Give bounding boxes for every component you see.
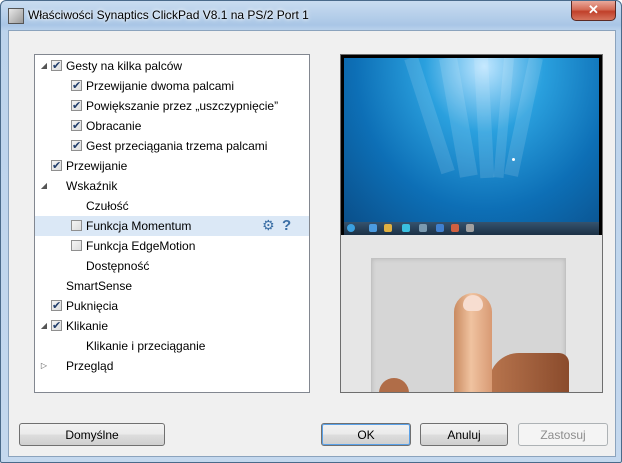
desktop-preview — [344, 58, 599, 222]
tree-item[interactable]: ▷ Przegląd — [35, 356, 309, 376]
tree-checkbox[interactable] — [51, 156, 62, 176]
tree-item-label: Przegląd — [66, 359, 114, 373]
tree-item[interactable]: Przewijanie — [35, 156, 309, 176]
tree-item[interactable]: Dostępność — [35, 256, 309, 276]
tree-item-label: SmartSense — [66, 279, 133, 293]
cursor-icon — [512, 158, 515, 161]
tree-item[interactable]: ◢ Klikanie — [35, 316, 309, 336]
collapse-arrow-icon[interactable]: ◢ — [39, 176, 49, 196]
collapse-arrow-icon[interactable]: ◢ — [39, 56, 49, 76]
taskbar-preview — [344, 222, 599, 235]
hand-shape — [489, 353, 569, 392]
tree-item-label: Dostępność — [86, 259, 150, 273]
expand-arrow-icon[interactable]: ▷ — [39, 356, 49, 376]
tree-checkbox[interactable] — [51, 56, 62, 76]
ok-button[interactable]: OK — [321, 423, 411, 446]
window-title: Właściwości Synaptics ClickPad V8.1 na P… — [28, 8, 309, 22]
tree-item[interactable]: Puknięcia — [35, 296, 309, 316]
apply-button[interactable]: Zastosuj — [518, 423, 608, 446]
title-bar[interactable]: Właściwości Synaptics ClickPad V8.1 na P… — [1, 1, 621, 29]
tree-checkbox[interactable] — [71, 136, 82, 156]
gear-icon[interactable]: ⚙ — [262, 218, 275, 234]
tree-item-label: Wskaźnik — [66, 179, 118, 193]
tree-checkbox[interactable] — [71, 76, 82, 96]
tree-item-label: Klikanie — [66, 319, 109, 333]
tree-item-label: Puknięcia — [66, 299, 119, 313]
tree-item-label: Obracanie — [86, 119, 142, 133]
tree-item-label: Powiększanie przez „uszczypnięcie” — [86, 99, 279, 113]
tree-checkbox[interactable] — [51, 316, 62, 336]
tree-item[interactable]: ◢ Wskaźnik — [35, 176, 309, 196]
tree-item[interactable]: Czułość — [35, 196, 309, 216]
properties-window: Właściwości Synaptics ClickPad V8.1 na P… — [0, 0, 622, 463]
tree-item-label: Czułość — [86, 199, 129, 213]
tree-checkbox[interactable] — [51, 296, 62, 316]
dialog-body: ◢ Gesty na kilka palców Przewijanie dwoma … — [8, 30, 616, 457]
tree-item-label: Funkcja Momentum — [86, 219, 192, 233]
tree-item[interactable]: Funkcja Momentum ⚙? — [35, 216, 309, 236]
tree-checkbox[interactable] — [71, 220, 82, 231]
tree-item[interactable]: Przewijanie dwoma palcami — [35, 76, 309, 96]
tree-item[interactable]: Gest przeciągania trzema palcami — [35, 136, 309, 156]
tree-checkbox[interactable] — [71, 116, 82, 136]
tree-item-label: Przewijanie dwoma palcami — [86, 79, 235, 93]
help-icon[interactable]: ? — [282, 216, 291, 236]
tree-item-label: Przewijanie — [66, 159, 128, 173]
tree-item-label: Klikanie i przeciąganie — [86, 339, 206, 353]
tree-checkbox[interactable] — [71, 240, 82, 251]
tree-item[interactable]: Obracanie — [35, 116, 309, 136]
close-button[interactable]: ✕ — [571, 1, 616, 21]
fingernail-shape — [463, 295, 483, 311]
tree-item[interactable]: Klikanie i przeciąganie — [35, 336, 309, 356]
tree-item-label: Gest przeciągania trzema palcami — [86, 139, 268, 153]
tree-checkbox[interactable] — [71, 96, 82, 116]
tree-item-label: Funkcja EdgeMotion — [86, 239, 196, 253]
collapse-arrow-icon[interactable]: ◢ — [39, 316, 49, 336]
settings-tree[interactable]: ◢ Gesty na kilka palców Przewijanie dwoma … — [34, 54, 310, 393]
window-icon — [8, 8, 24, 24]
defaults-button[interactable]: Domyślne — [19, 423, 165, 446]
tree-item[interactable]: Funkcja EdgeMotion — [35, 236, 309, 256]
tree-item[interactable]: Powiększanie przez „uszczypnięcie” — [35, 96, 309, 116]
tree-item[interactable]: SmartSense — [35, 276, 309, 296]
touchpad-animation — [341, 235, 602, 392]
gesture-preview — [340, 54, 603, 393]
cancel-button[interactable]: Anuluj — [420, 423, 508, 446]
tree-item[interactable]: ◢ Gesty na kilka palców — [35, 56, 309, 76]
tree-item-label: Gesty na kilka palców — [66, 59, 183, 73]
